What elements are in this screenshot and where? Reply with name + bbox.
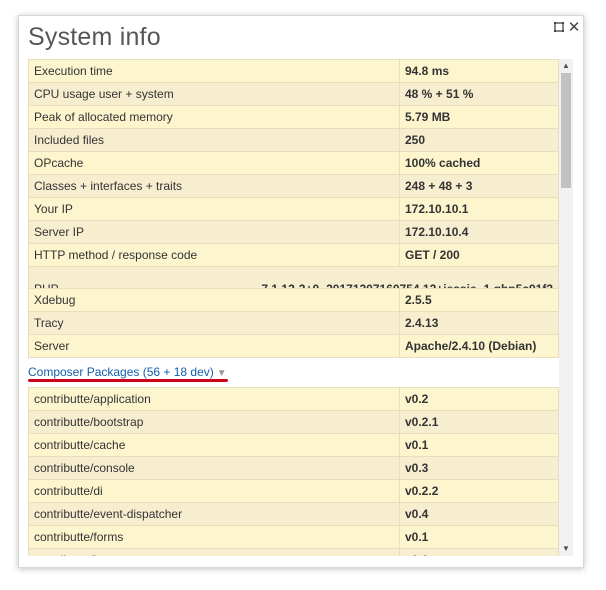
info-row-php: PHP 7.1.12-2+0~20171207160754.12+jessie~1… bbox=[28, 266, 559, 289]
info-key: CPU usage user + system bbox=[28, 82, 400, 106]
info-key: Classes + interfaces + traits bbox=[28, 174, 400, 198]
info-value: Apache/2.4.10 (Debian) bbox=[399, 334, 559, 358]
info-key: HTTP method / response code bbox=[28, 243, 400, 267]
package-row: contributte/cache v0.1 bbox=[28, 433, 559, 457]
package-name: contributte/di bbox=[28, 479, 400, 503]
composer-section: Composer Packages (56 + 18 dev) ▼ bbox=[28, 358, 559, 387]
package-version: v0.1 bbox=[399, 433, 559, 457]
package-name: contributte/forms bbox=[28, 525, 400, 549]
info-row: Server Apache/2.4.10 (Debian) bbox=[28, 334, 559, 358]
info-row: Tracy 2.4.13 bbox=[28, 311, 559, 335]
scroll-down-icon[interactable]: ▼ bbox=[559, 542, 573, 556]
composer-packages-table: contributte/application v0.2 contributte/b… bbox=[28, 387, 559, 556]
system-info-panel: System info ✕ Execution time 94.8 ms CPU u… bbox=[18, 15, 584, 568]
package-name: contributte/application bbox=[28, 387, 400, 411]
package-row: contributte/bootstrap v0.2.1 bbox=[28, 410, 559, 434]
info-row: Classes + interfaces + traits 248 + 48 + … bbox=[28, 174, 559, 198]
info-value: 5.79 MB bbox=[399, 105, 559, 129]
package-version: v0.4 bbox=[399, 502, 559, 526]
panel-title: System info bbox=[28, 23, 161, 51]
info-row: HTTP method / response code GET / 200 bbox=[28, 243, 559, 267]
info-value: 2.4.13 bbox=[399, 311, 559, 335]
info-value: 7.1.12-2+0~20171207160754.12+jessie~1.gb… bbox=[261, 281, 553, 289]
info-row: Server IP 172.10.10.4 bbox=[28, 220, 559, 244]
package-row: contributte/forms v0.1 bbox=[28, 525, 559, 549]
package-name: contributte/cache bbox=[28, 433, 400, 457]
info-value: 172.10.10.4 bbox=[399, 220, 559, 244]
close-icon[interactable]: ✕ bbox=[567, 20, 581, 35]
annotation-underline bbox=[28, 379, 228, 382]
package-version: v0.1 bbox=[399, 525, 559, 549]
info-row: Xdebug 2.5.5 bbox=[28, 288, 559, 312]
package-version: v0.1 bbox=[399, 548, 559, 556]
info-value: GET / 200 bbox=[399, 243, 559, 267]
scrollbar-thumb[interactable] bbox=[561, 73, 571, 188]
package-name: contributte/event-dispatcher bbox=[28, 502, 400, 526]
package-version: v0.2 bbox=[399, 387, 559, 411]
info-row: Execution time 94.8 ms bbox=[28, 59, 559, 83]
info-row: OPcache 100% cached bbox=[28, 151, 559, 175]
package-name: contributte/console bbox=[28, 456, 400, 480]
info-value: 94.8 ms bbox=[399, 59, 559, 83]
panel-content[interactable]: Execution time 94.8 ms CPU usage user + sy… bbox=[28, 59, 559, 556]
package-version: v0.2.1 bbox=[399, 410, 559, 434]
vertical-scrollbar[interactable]: ▲ ▼ bbox=[559, 59, 573, 556]
info-value: 250 bbox=[399, 128, 559, 152]
scroll-up-icon[interactable]: ▲ bbox=[559, 59, 573, 73]
info-value: 2.5.5 bbox=[399, 288, 559, 312]
package-name: contributte/bootstrap bbox=[28, 410, 400, 434]
info-value: 172.10.10.1 bbox=[399, 197, 559, 221]
info-key: OPcache bbox=[28, 151, 400, 175]
info-row: CPU usage user + system 48 % + 51 % bbox=[28, 82, 559, 106]
system-info-table: Execution time 94.8 ms CPU usage user + sy… bbox=[28, 59, 559, 358]
package-row: contributte/di v0.2.2 bbox=[28, 479, 559, 503]
package-row: contributte/application v0.2 bbox=[28, 387, 559, 411]
info-key: Peak of allocated memory bbox=[28, 105, 400, 129]
info-key: Server bbox=[28, 334, 400, 358]
info-value: 48 % + 51 % bbox=[399, 82, 559, 106]
package-version: v0.2.2 bbox=[399, 479, 559, 503]
composer-packages-label: Composer Packages (56 + 18 dev) bbox=[28, 365, 214, 379]
info-row: Included files 250 bbox=[28, 128, 559, 152]
package-name: contributte/http bbox=[28, 548, 400, 556]
info-key: Tracy bbox=[28, 311, 400, 335]
package-row: contributte/httpv0.1 bbox=[28, 548, 559, 556]
info-key: Included files bbox=[28, 128, 400, 152]
info-key: Execution time bbox=[28, 59, 400, 83]
info-key: Your IP bbox=[28, 197, 400, 221]
composer-packages-toggle[interactable]: Composer Packages (56 + 18 dev) ▼ bbox=[28, 365, 227, 379]
info-key: Server IP bbox=[28, 220, 400, 244]
info-key: PHP bbox=[34, 281, 59, 289]
chevron-down-icon: ▼ bbox=[216, 368, 227, 379]
info-value: 248 + 48 + 3 bbox=[399, 174, 559, 198]
info-row: Peak of allocated memory 5.79 MB bbox=[28, 105, 559, 129]
info-key: Xdebug bbox=[28, 288, 400, 312]
package-version: v0.3 bbox=[399, 456, 559, 480]
window-icon[interactable] bbox=[553, 21, 567, 35]
info-row: PHP 7.1.12-2+0~20171207160754.12+jessie~1… bbox=[28, 266, 559, 289]
info-value: 100% cached bbox=[399, 151, 559, 175]
package-row: contributte/event-dispatcher v0.4 bbox=[28, 502, 559, 526]
package-row: contributte/console v0.3 bbox=[28, 456, 559, 480]
info-row: Your IP 172.10.10.1 bbox=[28, 197, 559, 221]
